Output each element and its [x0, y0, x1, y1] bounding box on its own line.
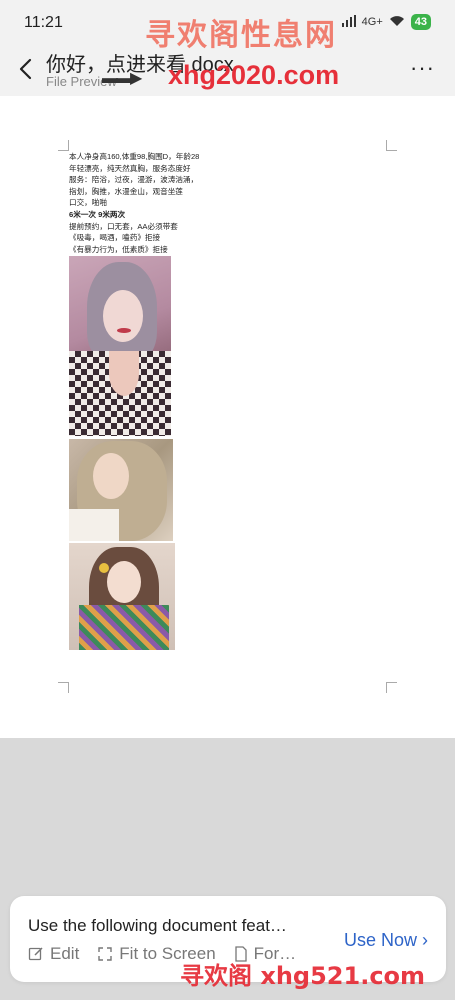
battery-level: 43 — [414, 16, 427, 28]
more-icon: ··· — [410, 55, 435, 80]
banner-title: Use the following document feat… — [28, 916, 287, 935]
document-line: 服务：陪浴，过夜，漫游，波涛汹涌， — [69, 175, 199, 185]
watermark-top-url: xhg2020.com — [168, 60, 340, 90]
document-preview[interactable]: 本人净身高160,体重98,胸围D，年龄28 年轻漂亮，纯天然真胸，服务态度好 … — [0, 96, 455, 738]
use-now-button[interactable]: Use Now › — [344, 930, 428, 951]
document-photo-3 — [69, 543, 175, 650]
page-corner-mark — [386, 682, 397, 693]
document-line: 《有暴力行为，低素质》拒接 — [69, 244, 168, 254]
document-line: 本人净身高160,体重98,胸围D，年龄28 — [69, 152, 200, 161]
edit-label: Edit — [50, 944, 80, 963]
battery-icon: 43 — [410, 14, 431, 30]
edit-button[interactable]: Edit — [28, 944, 79, 964]
watermark-arrow-icon: ▬▬▶ — [102, 70, 142, 87]
page-corner-mark — [58, 140, 69, 151]
wifi-icon — [389, 15, 405, 30]
document-line: 口交，啪啪 — [69, 198, 107, 208]
edit-icon — [28, 947, 43, 961]
page-corner-mark — [386, 140, 397, 151]
more-button[interactable]: ··· — [410, 55, 435, 80]
status-time: 11:21 — [24, 14, 63, 31]
document-text: 本人净身高160,体重98,胸围D，年龄28 年轻漂亮，纯天然真胸，服务态度好 … — [69, 151, 229, 255]
back-icon — [19, 58, 32, 80]
document-line: 提前预约，口无套，AA必须带套 — [69, 221, 178, 231]
watermark-top-text: 寻欢阁性息网 — [145, 18, 337, 53]
document-line: 指划，胸推，水漫金山，观音坐莲 — [69, 186, 183, 196]
network-type: 4G+ — [361, 16, 383, 28]
status-icons: 4G+ 43 — [341, 14, 431, 30]
document-line: 年轻漂亮，纯天然真胸，服务态度好 — [69, 163, 191, 173]
fit-screen-icon — [98, 947, 112, 961]
back-button[interactable] — [12, 56, 38, 82]
signal-icon — [341, 14, 356, 30]
page-corner-mark — [58, 682, 69, 693]
document-line: 《吸毒，喝酒，嗑药》拒接 — [69, 233, 161, 243]
document-photo-1 — [69, 256, 171, 436]
document-photo-2 — [69, 439, 173, 541]
watermark-bottom-text: 寻欢阁 xhg521.com — [180, 962, 426, 990]
document-line: 6米一次 9米两次 — [69, 209, 126, 219]
